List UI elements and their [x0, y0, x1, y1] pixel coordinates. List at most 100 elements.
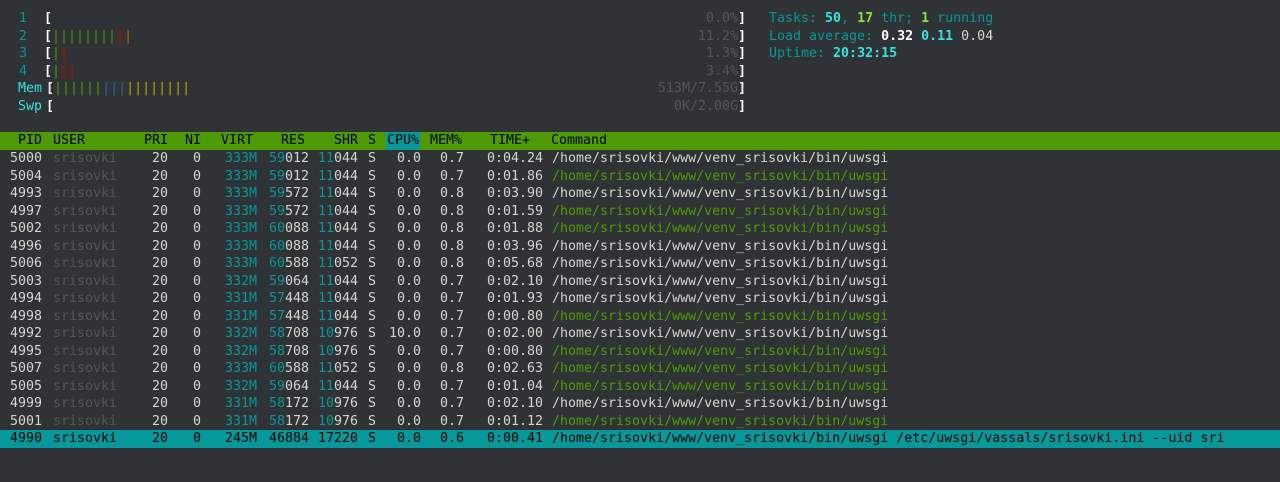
shr-cell-high: 11 — [317, 221, 334, 236]
cpu-meter-4: 4 [||| 3.4%] — [16, 63, 746, 81]
column-header-pid[interactable]: PID — [18, 132, 42, 150]
threads-label: thr; — [873, 11, 922, 26]
process-row[interactable]: 4999 srisovki 20 0 331M 58172 10976 S 0.0 0.7 0:02… — [0, 395, 1280, 413]
shr-cell-high: 11 — [317, 361, 334, 376]
ni-cell: 0 — [192, 168, 201, 184]
virt-cell: 332M — [224, 273, 257, 289]
ni-cell: 0 — [192, 431, 201, 446]
process-row-selected[interactable]: 4990 srisovki 20 0 245M 46884 17220 S 0.0 0.6 0:00… — [0, 430, 1280, 448]
process-row[interactable]: 5005 srisovki 20 0 332M 59064 11044 S 0.0 0.7 0:01… — [0, 378, 1280, 396]
pri-cell: 20 — [151, 431, 168, 446]
time-cell: 0:05.68 — [486, 256, 543, 271]
shr-cell-low: 044 — [333, 203, 358, 219]
pid-cell: 5004 — [10, 168, 43, 184]
column-header-cpu-pct[interactable]: CPU% — [386, 132, 421, 150]
cpu-cell: 10.0 — [388, 326, 421, 341]
process-row[interactable]: 5003 srisovki 20 0 332M 59064 11044 S 0.0 0.7 0:02… — [0, 273, 1280, 291]
cpu-cell: 0.0 — [396, 343, 421, 359]
process-row[interactable]: 4994 srisovki 20 0 331M 57448 11044 S 0.0 0.7 0:01… — [0, 290, 1280, 308]
res-cell: 60588 — [269, 255, 309, 273]
shr-cell: 11044 — [318, 308, 358, 326]
shr-cell: 11044 — [318, 150, 358, 168]
time-cell: 0:01.04 — [486, 378, 543, 394]
res-cell-low: 708 — [284, 343, 309, 359]
virt-cell: 331M — [224, 291, 257, 306]
time-cell: 0:01.88 — [486, 221, 543, 236]
user-cell: srisovki — [53, 151, 118, 166]
load-5min: 0.11 — [921, 28, 954, 44]
htop-terminal[interactable]: 1[0.0%] 2 [|||||||||| 11.2%] 3 [|| 1.3%] 4 [||| 3… — [0, 0, 1280, 482]
user-cell: srisovki — [53, 396, 118, 411]
pri-cell: 20 — [151, 203, 168, 219]
meter-value: 1.3%] — [706, 45, 746, 63]
column-header-ni[interactable]: NI — [185, 132, 201, 150]
process-row[interactable]: 5006 srisovki 20 0 333M 60588 11052 S 0.0 0.8 0:05… — [0, 255, 1280, 273]
process-row[interactable]: 4997 srisovki 20 0 333M 59572 11044 S 0.0 0.8 0:01… — [0, 203, 1280, 221]
cpu-cell: 0.0 — [396, 203, 421, 219]
res-cell-high: 59 — [268, 186, 285, 201]
process-row[interactable]: 4993 srisovki 20 0 333M 59572 11044 S 0.0 0.8 0:03… — [0, 185, 1280, 203]
tasks-separator: , — [841, 11, 858, 26]
res-cell-low: 572 — [284, 203, 309, 219]
process-row[interactable]: 5002 srisovki 20 0 333M 60088 11044 S 0.0 0.8 0:01… — [0, 220, 1280, 238]
column-header-mem-pct[interactable]: MEM% — [430, 132, 462, 150]
user-cell: srisovki — [53, 343, 118, 359]
process-row[interactable]: 5001 srisovki 20 0 331M 58172 10976 S 0.0 0.7 0:01… — [0, 413, 1280, 431]
meter-label: 3 — [18, 46, 27, 61]
state-cell: S — [368, 186, 377, 201]
res-cell-low: 588 — [284, 361, 309, 376]
process-row[interactable]: 4995 srisovki 20 0 332M 58708 10976 S 0.0 0.7 0:00… — [0, 343, 1280, 361]
ni-cell: 0 — [192, 256, 201, 271]
column-header-command[interactable]: Command — [551, 132, 607, 150]
virt-cell: 333M — [224, 203, 257, 219]
process-row[interactable]: 4996 srisovki 20 0 333M 60088 11044 S 0.0 0.8 0:03… — [0, 238, 1280, 256]
meter-label: 4 — [18, 63, 27, 79]
shr-cell-low: 044 — [333, 151, 358, 166]
virt-cell: 333M — [224, 151, 257, 166]
state-cell: S — [368, 326, 377, 341]
shr-cell-high: 11 — [317, 256, 334, 271]
shr-cell-low: 976 — [333, 326, 358, 341]
process-row[interactable]: 5004 srisovki 20 0 333M 59012 11044 S 0.0 0.7 0:01… — [0, 168, 1280, 186]
command-cell: /home/srisovki/www/venv_srisovki/bin/uws… — [552, 343, 889, 359]
mem-cell: 0.7 — [439, 151, 464, 166]
meter-bracket-close: ] — [737, 46, 746, 61]
process-row[interactable]: 5000 srisovki 20 0 333M 59012 11044 S 0.0 0.7 0:04… — [0, 150, 1280, 168]
shr-cell-high: 11 — [317, 308, 334, 324]
column-header-pri[interactable]: PRI — [144, 132, 168, 150]
res-cell-low: 064 — [284, 273, 309, 289]
column-header-s[interactable]: S — [368, 132, 376, 150]
process-row[interactable]: 4998 srisovki 20 0 331M 57448 11044 S 0.0 0.7 0:00… — [0, 308, 1280, 326]
user-cell: srisovki — [53, 326, 118, 341]
pri-cell: 20 — [151, 413, 168, 429]
column-header-user[interactable]: USER — [53, 132, 85, 150]
shr-cell-high: 11 — [317, 168, 334, 184]
meter-bracket-open: [ — [46, 81, 55, 96]
column-header-shr[interactable]: SHR — [334, 132, 358, 150]
res-cell: 59572 — [269, 185, 309, 203]
res-cell: 59064 — [269, 378, 309, 396]
ni-cell: 0 — [192, 326, 201, 341]
process-row[interactable]: 5007 srisovki 20 0 333M 60588 11052 S 0.0 0.8 0:02… — [0, 360, 1280, 378]
meter-bracket-open: [ — [44, 28, 53, 44]
cpu-cell: 0.0 — [396, 238, 421, 254]
ni-cell: 0 — [192, 221, 201, 236]
state-cell: S — [368, 378, 377, 394]
column-header-res[interactable]: RES — [281, 132, 305, 150]
virt-cell: 332M — [224, 378, 257, 394]
user-cell: srisovki — [53, 221, 118, 236]
tasks-label: Tasks: — [769, 11, 826, 26]
column-header-time-plus[interactable]: TIME+ — [490, 132, 530, 150]
meter-bracket-close: ] — [737, 63, 746, 79]
cpu-cell: 0.0 — [396, 168, 421, 184]
column-header-bar[interactable]: PID USER PRI NI VIRT RES SHR S CPU% MEM% TIME+ Comm… — [0, 132, 1280, 150]
mem-cell: 0.7 — [439, 413, 464, 429]
column-header-virt[interactable]: VIRT — [221, 132, 253, 150]
shr-cell: 11044 — [318, 378, 358, 396]
res-cell-high: 58 — [268, 326, 285, 341]
meter-value: 11.2%] — [698, 28, 746, 46]
virt-cell: 333M — [224, 168, 257, 184]
process-row[interactable]: 4992 srisovki 20 0 332M 58708 10976 S 10.0 0.7 0:0… — [0, 325, 1280, 343]
ni-cell: 0 — [192, 413, 201, 429]
pid-cell: 4994 — [10, 291, 43, 306]
